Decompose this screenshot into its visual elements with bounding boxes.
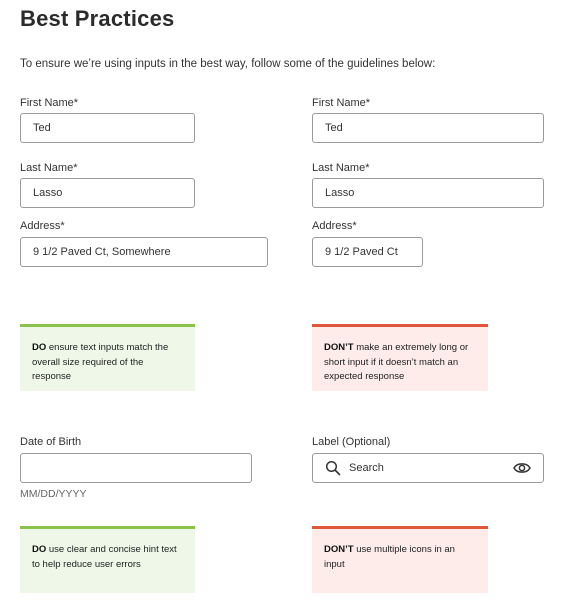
first-name-label: First Name* xyxy=(20,97,79,109)
do-card-text: ensure text inputs match the overall siz… xyxy=(32,342,169,382)
eye-icon[interactable] xyxy=(513,461,531,475)
intro-text: To ensure we’re using inputs in the best… xyxy=(20,58,436,70)
first-name-label: First Name* xyxy=(312,97,371,109)
dob-label: Date of Birth xyxy=(20,436,82,448)
address-label: Address* xyxy=(20,220,65,232)
dob-input[interactable] xyxy=(20,453,252,483)
last-name-input[interactable]: Lasso xyxy=(312,178,544,208)
search-label: Label (Optional) xyxy=(312,436,391,448)
last-name-input[interactable]: Lasso xyxy=(20,178,195,208)
do-card-hint-text: DO use clear and concise hint text to he… xyxy=(20,526,195,593)
last-name-value: Lasso xyxy=(325,187,355,199)
address-value: 9 1/2 Paved Ct, Somewhere xyxy=(33,246,171,258)
address-value: 9 1/2 Paved Ct xyxy=(325,246,398,258)
last-name-label: Last Name* xyxy=(312,162,370,174)
do-card-lead: DO xyxy=(32,342,47,353)
search-input[interactable]: Search xyxy=(312,453,544,483)
dont-card-multiple-icons: DON’T use multiple icons in an input xyxy=(312,526,488,593)
first-name-input[interactable]: Ted xyxy=(312,113,544,143)
do-card-input-size: DO ensure text inputs match the overall … xyxy=(20,324,195,391)
address-label: Address* xyxy=(312,220,357,232)
search-icon xyxy=(325,460,341,476)
last-name-label: Last Name* xyxy=(20,162,78,174)
first-name-value: Ted xyxy=(325,122,343,134)
page-title: Best Practices xyxy=(20,6,175,31)
dont-card-lead: DON’T xyxy=(324,544,354,555)
address-input[interactable]: 9 1/2 Paved Ct xyxy=(312,237,423,267)
address-input[interactable]: 9 1/2 Paved Ct, Somewhere xyxy=(20,237,268,267)
dont-card-input-size: DON’T make an extremely long or short in… xyxy=(312,324,488,391)
search-placeholder: Search xyxy=(349,462,384,474)
first-name-value: Ted xyxy=(33,122,51,134)
last-name-value: Lasso xyxy=(33,187,63,199)
dob-hint-text: MM/DD/YYYY xyxy=(20,488,87,500)
do-card-text: use clear and concise hint text to help … xyxy=(32,544,177,570)
first-name-input[interactable]: Ted xyxy=(20,113,195,143)
dont-card-lead: DON’T xyxy=(324,342,354,353)
do-card-lead: DO xyxy=(32,544,47,555)
